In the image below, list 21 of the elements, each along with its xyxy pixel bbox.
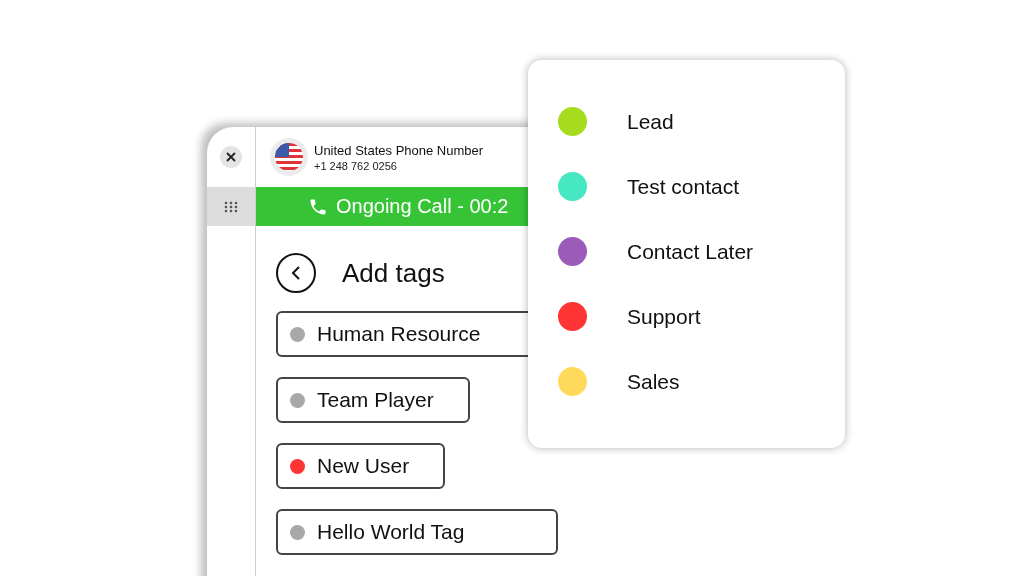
close-button[interactable] [220,146,242,168]
phone-number: +1 248 762 0256 [314,159,398,172]
chevron-left-icon [290,265,302,281]
tag-option[interactable]: Lead [558,89,845,154]
call-status-text: Ongoing Call - 00:2 [336,195,509,218]
tag-chip[interactable]: New User [276,443,445,489]
tag-label: Test contact [627,174,740,199]
phone-number-title: United States Phone Number [314,142,484,158]
tag-option[interactable]: Test contact [558,154,845,219]
back-button[interactable] [276,253,316,293]
tag-option[interactable]: Contact Later [558,219,845,284]
dialpad-icon[interactable] [224,200,238,213]
tag-label: Lead [627,109,674,134]
flag-icon [270,138,308,176]
tag-label: Contact Later [627,239,754,264]
tag-chip[interactable]: Team Player [276,377,470,423]
tag-chip[interactable]: Hello World Tag [276,509,558,555]
page-title: Add tags [342,257,445,289]
close-icon [226,152,236,162]
tag-label: Support [627,304,701,329]
tag-label: Sales [627,369,680,394]
